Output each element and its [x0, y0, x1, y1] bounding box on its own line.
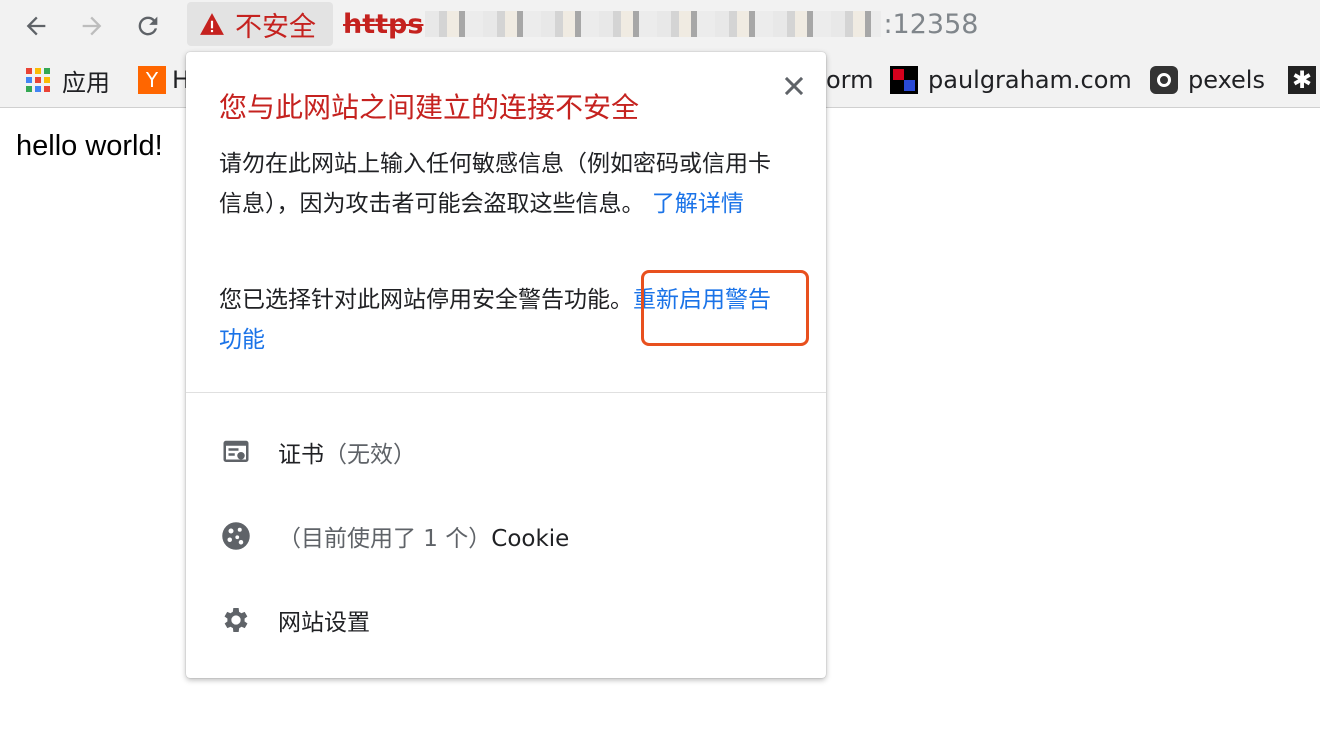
pexels-icon [1150, 66, 1178, 94]
site-info-popup: 您与此网站之间建立的连接不安全 请勿在此网站上输入任何敏感信息（例如密码或信用卡… [186, 52, 826, 678]
bookmark-form[interactable]: orm [826, 64, 874, 96]
learn-more-link[interactable]: 了解详情 [652, 191, 744, 217]
bookmark-apps[interactable]: 应用 [26, 64, 110, 97]
warning-triangle-icon [200, 13, 224, 35]
annotation-highlight-box [641, 270, 809, 346]
forward-button[interactable] [74, 8, 110, 44]
close-icon [784, 76, 804, 96]
certificate-row[interactable]: 证书（无效） [186, 422, 826, 482]
bookmark-hackernews[interactable]: Y H [138, 64, 190, 96]
popup-title: 您与此网站之间建立的连接不安全 [219, 91, 640, 124]
bookmark-label: paulgraham.com [928, 66, 1132, 94]
arrow-right-icon [82, 16, 102, 36]
url-redacted [425, 11, 882, 37]
security-indicator[interactable]: 不安全 [187, 2, 333, 46]
address-bar[interactable]: https :12358 [343, 2, 978, 46]
site-settings-label: 网站设置 [278, 610, 370, 636]
cookie-label: Cookie [491, 526, 570, 552]
security-label: 不安全 [235, 11, 316, 43]
ycombinator-icon: Y [138, 66, 166, 94]
close-button[interactable] [778, 70, 810, 102]
reload-button[interactable] [130, 8, 166, 44]
warning-message: 请勿在此网站上输入任何敏感信息（例如密码或信用卡信息），因为攻击者可能会盗取这些… [219, 144, 779, 224]
reload-icon [138, 16, 158, 36]
paulgraham-icon [890, 66, 918, 94]
disabled-text: 您已选择针对此网站停用安全警告功能。 [219, 287, 633, 313]
bookmark-star[interactable]: ✱ [1288, 64, 1320, 96]
bookmark-label: 应用 [62, 68, 110, 97]
site-settings-row[interactable]: 网站设置 [186, 590, 826, 650]
bookmark-paulgraham[interactable]: paulgraham.com [890, 64, 1132, 96]
bookmark-label: orm [826, 66, 874, 94]
url-port: 12358 [892, 8, 979, 40]
cookie-icon [220, 520, 252, 552]
arrow-left-icon [26, 16, 46, 36]
cookie-row[interactable]: （目前使用了 1 个）Cookie [186, 506, 826, 566]
apps-grid-icon [26, 68, 50, 92]
gear-icon [220, 604, 252, 636]
cookie-count: （目前使用了 1 个） [278, 526, 492, 552]
bookmark-label: pexels [1188, 66, 1265, 94]
browser-toolbar: 不安全 https :12358 [0, 0, 1320, 52]
url-scheme: https [343, 8, 424, 40]
star-icon: ✱ [1288, 66, 1316, 94]
back-button[interactable] [18, 8, 54, 44]
certificate-label: 证书 [278, 442, 324, 468]
certificate-icon [220, 436, 252, 468]
divider [186, 392, 826, 393]
certificate-status: （无效） [324, 442, 416, 468]
page-body-text: hello world! [16, 130, 163, 162]
bookmark-pexels[interactable]: pexels [1150, 64, 1265, 96]
